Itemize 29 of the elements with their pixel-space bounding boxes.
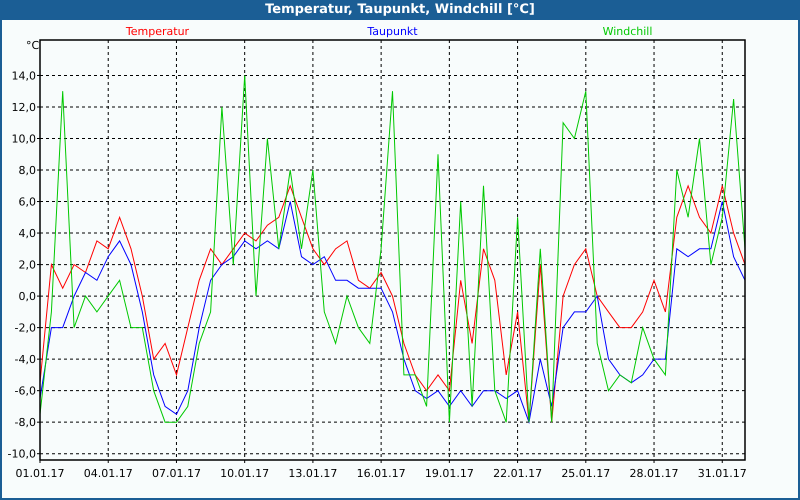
x-tick-label: 07.01.17 <box>152 467 201 480</box>
y-tick-label: -2,0 <box>14 322 36 335</box>
x-tick-label: 25.01.17 <box>561 467 610 480</box>
legend-label: Temperatur <box>126 25 190 38</box>
unit-label: °C <box>26 39 40 52</box>
legend-label: Windchill <box>602 25 652 38</box>
y-tick-label: 0,0 <box>18 290 36 304</box>
window-title: Temperatur, Taupunkt, Windchill [°C] <box>264 1 536 20</box>
x-tick-label: 10.01.17 <box>220 467 270 480</box>
x-tick-label: 16.01.17 <box>356 467 406 480</box>
x-tick-label: 22.01.17 <box>493 467 542 480</box>
y-tick-label: 12,0 <box>12 100 36 114</box>
y-tick-label: -10,0 <box>8 448 36 461</box>
y-tick-label: -4,0 <box>14 353 36 366</box>
y-tick-label: 6,0 <box>18 196 36 209</box>
y-tick-label: 4,0 <box>18 227 36 240</box>
y-tick-label: 14,0 <box>12 69 36 82</box>
x-tick-label: 04.01.17 <box>84 467 133 480</box>
y-tick-label: 10,0 <box>12 132 36 146</box>
y-tick-label: -8,0 <box>14 416 36 430</box>
x-tick-label: 01.01.17 <box>16 467 64 480</box>
y-tick-label: 2,0 <box>18 258 36 272</box>
x-tick-label: 19.01.17 <box>424 467 474 480</box>
x-tick-label: 28.01.17 <box>630 467 679 480</box>
x-tick-label: 13.01.17 <box>288 467 338 480</box>
legend-label: Taupunkt <box>367 25 418 38</box>
y-tick-label: 8,0 <box>18 164 36 178</box>
y-tick-label: -6,0 <box>14 384 36 398</box>
x-tick-label: 31.01.17 <box>698 467 747 480</box>
